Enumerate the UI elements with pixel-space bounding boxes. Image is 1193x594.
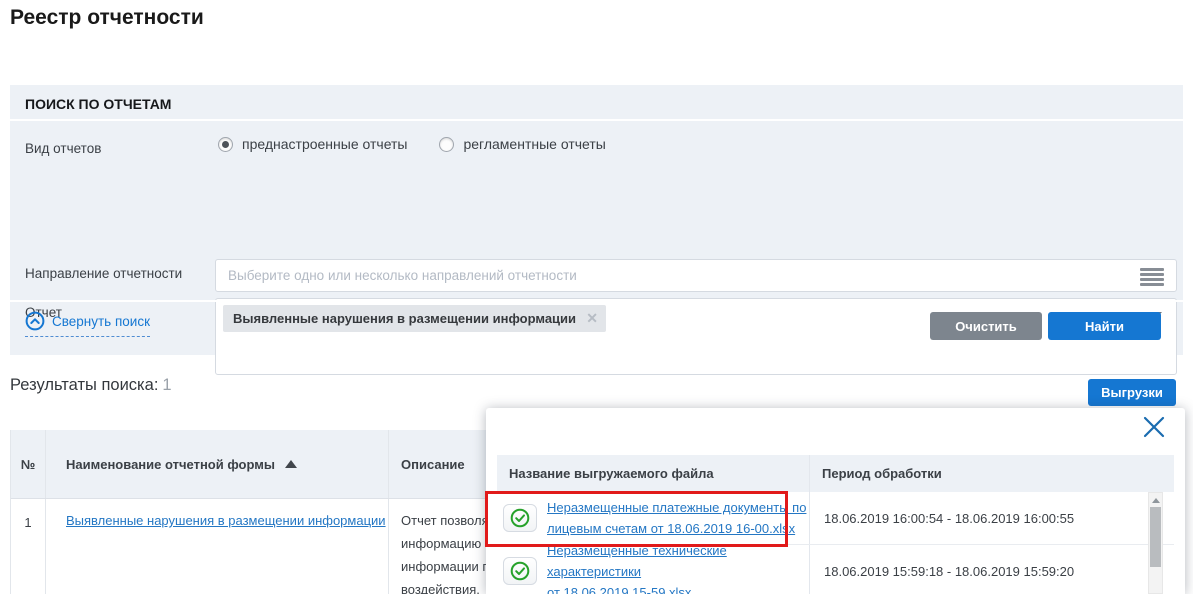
radio-unselected-icon[interactable]	[439, 136, 455, 152]
search-panel-title: ПОИСК ПО ОТЧЕТАМ	[10, 85, 1183, 121]
chevron-up-circle-icon	[25, 311, 45, 331]
selected-report-tag: Выявленные нарушения в размещении информ…	[223, 305, 607, 332]
hamburger-icon[interactable]	[1140, 268, 1164, 286]
close-icon[interactable]	[1141, 414, 1167, 440]
radio-preset-reports[interactable]: преднастроенные отчеты	[218, 136, 407, 152]
remove-tag-icon[interactable]: ✕	[586, 310, 598, 327]
scrollbar-thumb[interactable]	[1150, 507, 1161, 567]
report-form-link[interactable]: Выявленные нарушения в размещении информ…	[66, 513, 386, 528]
export-file-link[interactable]: Неразмещенные технические характеристики…	[547, 540, 809, 594]
sort-ascending-icon[interactable]	[284, 460, 297, 468]
clear-button[interactable]: Очистить	[930, 312, 1042, 340]
radio-selected-icon[interactable]	[218, 136, 233, 152]
success-check-icon[interactable]	[503, 557, 537, 585]
export-row: Неразмещенные платежные документы по лиц…	[497, 492, 1174, 545]
export-file-link[interactable]: Неразмещенные платежные документы по лиц…	[547, 497, 806, 539]
search-panel: ПОИСК ПО ОТЧЕТАМ Вид отчетов преднастрое…	[10, 85, 1183, 375]
exports-table: Название выгружаемого файла Период обраб…	[497, 455, 1174, 594]
direction-input[interactable]: Выберите одно или несколько направлений …	[215, 259, 1177, 292]
column-header-file-name: Название выгружаемого файла	[497, 455, 810, 492]
report-description: Отчет позволя информацию информации п во…	[401, 513, 490, 594]
direction-placeholder: Выберите одно или несколько направлений …	[228, 268, 577, 283]
report-type-label: Вид отчетов	[25, 141, 102, 156]
column-header-num[interactable]: №	[11, 430, 46, 498]
search-button[interactable]: Найти	[1048, 312, 1161, 340]
exports-table-header: Название выгружаемого файла Период обраб…	[497, 455, 1174, 492]
export-row: Неразмещенные технические характеристики…	[497, 543, 1174, 594]
results-label: Результаты поиска:	[10, 376, 159, 394]
direction-label: Направление отчетности	[25, 266, 183, 281]
radio-preset-label: преднастроенные отчеты	[242, 136, 408, 152]
report-type-radio-group: преднастроенные отчеты регламентные отче…	[218, 136, 606, 152]
column-header-period: Период обработки	[822, 466, 942, 481]
results-count: 1	[162, 376, 172, 394]
export-period: 18.06.2019 16:00:54 - 18.06.2019 16:00:5…	[824, 510, 1075, 526]
success-check-icon[interactable]	[503, 504, 537, 532]
scroll-up-icon[interactable]	[1152, 498, 1160, 503]
collapse-search-label: Свернуть поиск	[52, 313, 150, 329]
exports-popup: Название выгружаемого файла Период обраб…	[486, 408, 1185, 594]
exports-button[interactable]: Выгрузки	[1088, 379, 1176, 406]
export-period: 18.06.2019 15:59:18 - 18.06.2019 15:59:2…	[824, 563, 1075, 579]
row-number: 1	[11, 499, 46, 594]
panel-divider	[10, 300, 1183, 302]
popup-scrollbar[interactable]	[1148, 492, 1163, 594]
selected-report-tag-text: Выявленные нарушения в размещении информ…	[233, 311, 577, 326]
collapse-search-link[interactable]: Свернуть поиск	[25, 311, 150, 337]
column-header-name[interactable]: Наименование отчетной формы	[46, 430, 389, 498]
radio-regulated-reports[interactable]: регламентные отчеты	[439, 136, 606, 152]
radio-regulated-label: регламентные отчеты	[463, 136, 606, 152]
results-summary: Результаты поиска: 1	[10, 376, 172, 395]
report-registry-page: Реестр отчетности ПОИСК ПО ОТЧЕТАМ Вид о…	[0, 0, 1193, 594]
page-title: Реестр отчетности	[10, 6, 204, 29]
